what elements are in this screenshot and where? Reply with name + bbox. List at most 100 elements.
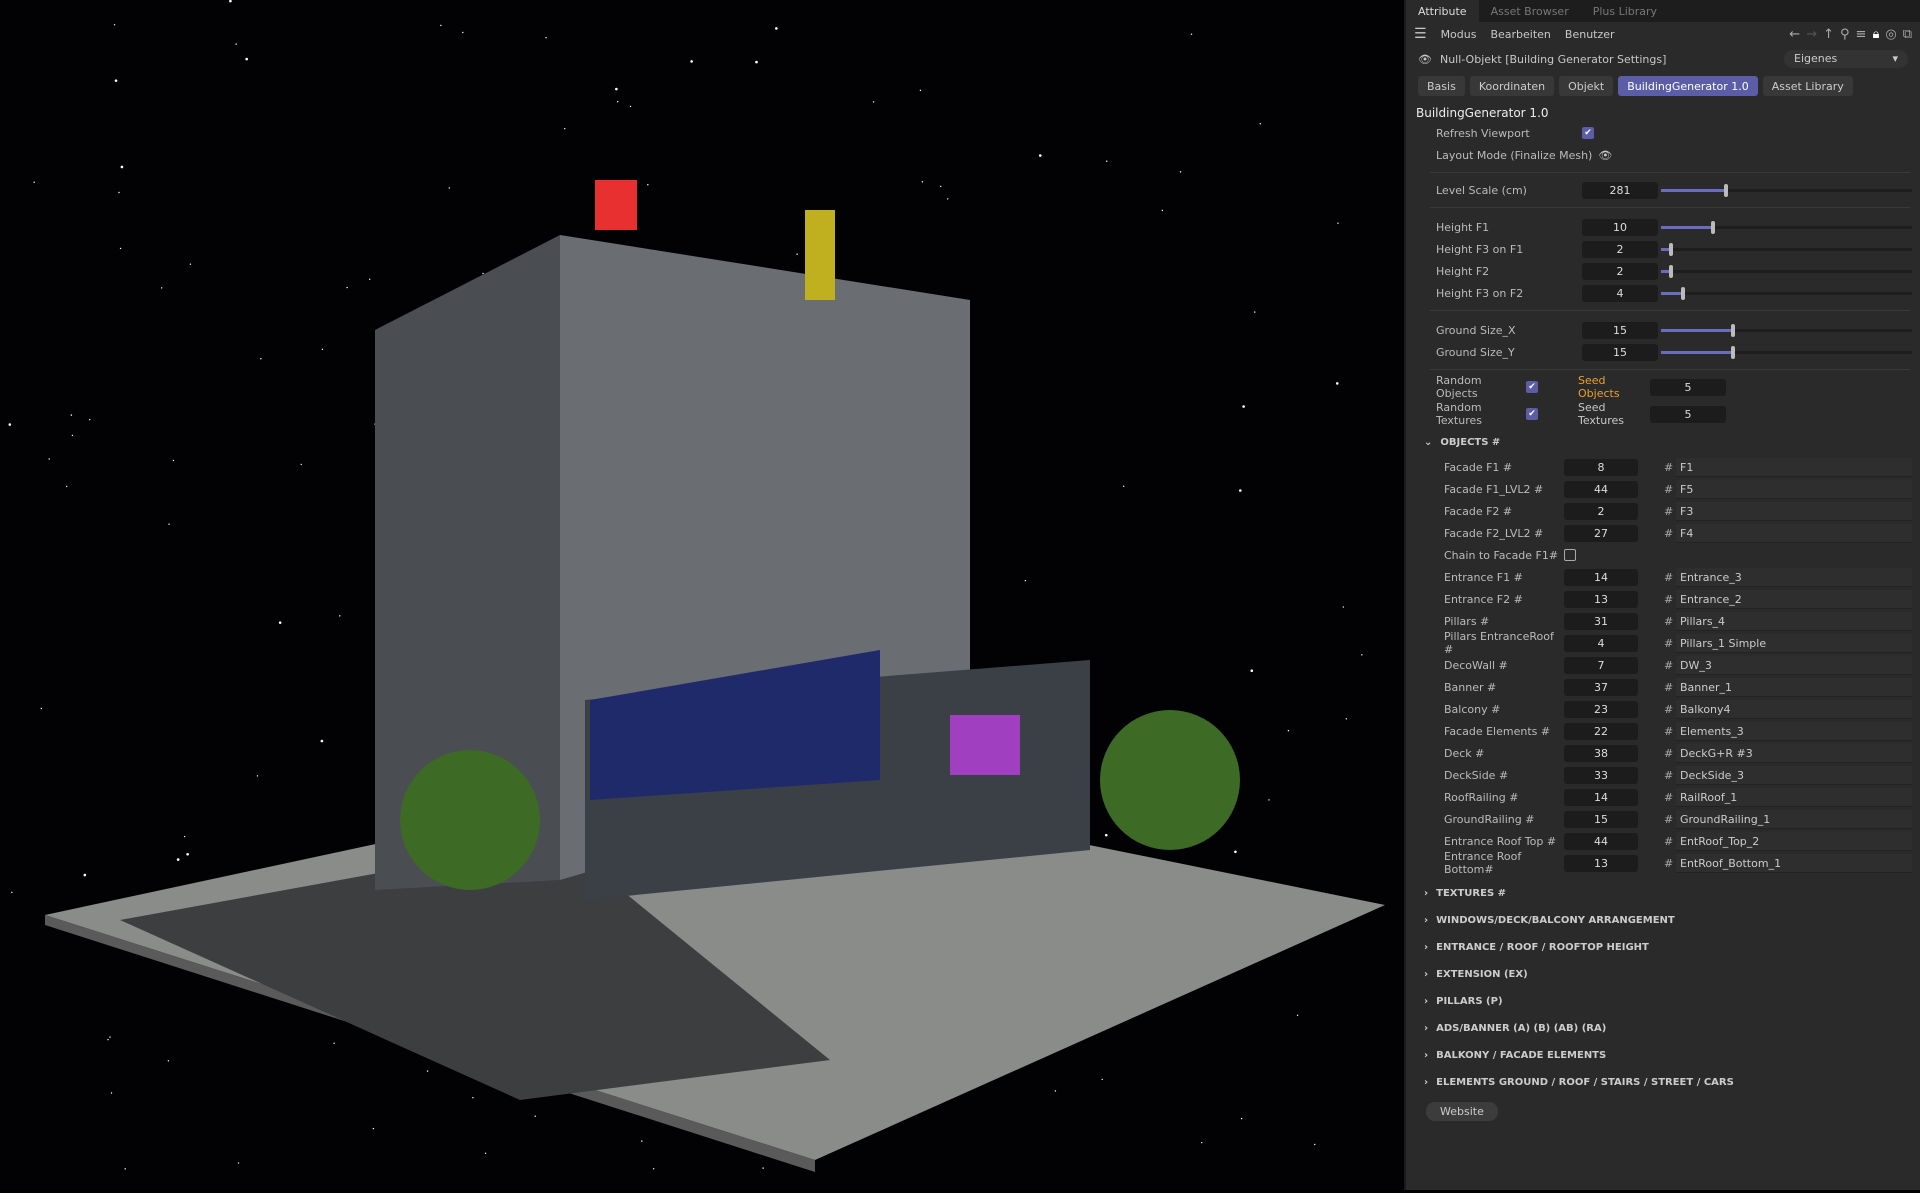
object-name-field[interactable]: Pillars_1 Simple xyxy=(1676,633,1912,653)
objects-section-toggle[interactable]: ⌄ OBJECTS # xyxy=(1406,429,1920,456)
object-count-field[interactable]: 23 xyxy=(1564,700,1638,718)
object-name-field[interactable]: F1 xyxy=(1676,457,1912,477)
slider-track[interactable] xyxy=(1661,221,1912,234)
tab-plus-library[interactable]: Plus Library xyxy=(1581,0,1669,22)
object-count-field[interactable]: 13 xyxy=(1564,854,1638,872)
object-name-field[interactable]: F3 xyxy=(1676,501,1912,521)
object-count-field[interactable]: 38 xyxy=(1564,744,1638,762)
forward-arrow-icon[interactable]: → xyxy=(1806,27,1817,42)
section-label: EXTENSION (EX) xyxy=(1436,969,1528,980)
object-count-field[interactable]: 14 xyxy=(1564,568,1638,586)
slider-track[interactable] xyxy=(1661,265,1912,278)
tab-buildinggenerator[interactable]: BuildingGenerator 1.0 xyxy=(1618,76,1758,96)
object-name-field[interactable]: F5 xyxy=(1676,479,1912,499)
eye-icon[interactable]: 👁︎ xyxy=(1598,149,1612,162)
menu-benutzer[interactable]: Benutzer xyxy=(1565,28,1615,41)
tab-asset-browser[interactable]: Asset Browser xyxy=(1479,0,1581,22)
object-name-field[interactable]: Entrance_2 xyxy=(1676,589,1912,609)
search-icon[interactable]: ⚲ xyxy=(1840,27,1850,42)
object-name-field[interactable]: GroundRailing_1 xyxy=(1676,809,1912,829)
3d-viewport[interactable] xyxy=(0,0,1404,1190)
object-count-field[interactable]: 15 xyxy=(1564,810,1638,828)
slider-value-field[interactable]: 281 xyxy=(1582,181,1658,199)
slider-knob[interactable] xyxy=(1731,324,1736,337)
slider-knob[interactable] xyxy=(1681,287,1686,300)
slider-value-field[interactable]: 4 xyxy=(1582,284,1658,302)
slider-value-field[interactable]: 2 xyxy=(1582,262,1658,280)
random-textures-checkbox[interactable]: ✔ xyxy=(1526,408,1538,420)
slider-track[interactable] xyxy=(1661,324,1912,337)
hamburger-icon[interactable]: ☰ xyxy=(1414,26,1427,42)
mode-dropdown[interactable]: Eigenes ▾ xyxy=(1784,50,1908,68)
collapsed-section[interactable]: › EXTENSION (EX) xyxy=(1406,961,1920,988)
object-name-field[interactable]: EntRoof_Top_2 xyxy=(1676,831,1912,851)
object-count-field[interactable]: 4 xyxy=(1564,634,1638,652)
collapsed-section[interactable]: › TEXTURES # xyxy=(1406,880,1920,907)
lock-icon[interactable]: 🔒︎ xyxy=(1872,27,1879,42)
slider-value-field[interactable]: 15 xyxy=(1582,321,1658,339)
collapsed-section[interactable]: › ENTRANCE / ROOF / ROOFTOP HEIGHT xyxy=(1406,934,1920,961)
back-arrow-icon[interactable]: ← xyxy=(1789,27,1800,42)
object-name-field[interactable]: Pillars_4 xyxy=(1676,611,1912,631)
target-icon[interactable]: ◎ xyxy=(1885,27,1896,42)
refresh-viewport-checkbox[interactable]: ✔ xyxy=(1582,127,1594,139)
slider-track[interactable] xyxy=(1661,287,1912,300)
tab-asset-library[interactable]: Asset Library xyxy=(1762,76,1853,96)
object-count-field[interactable]: 14 xyxy=(1564,788,1638,806)
slider-value-field[interactable]: 15 xyxy=(1582,343,1658,361)
slider-track[interactable] xyxy=(1661,184,1912,197)
object-name-field[interactable]: Balkony4 xyxy=(1676,699,1912,719)
object-name-field[interactable]: EntRoof_Bottom_1 xyxy=(1676,853,1912,873)
object-count-field[interactable]: 13 xyxy=(1564,590,1638,608)
tab-koordinaten[interactable]: Koordinaten xyxy=(1469,76,1555,96)
tab-basis[interactable]: Basis xyxy=(1418,76,1465,96)
slider-knob[interactable] xyxy=(1731,346,1736,359)
hash-icon: # xyxy=(1664,702,1674,716)
object-count-field[interactable]: 44 xyxy=(1564,480,1638,498)
object-name-field[interactable]: Elements_3 xyxy=(1676,721,1912,741)
object-name-field[interactable]: F4 xyxy=(1676,523,1912,543)
website-button[interactable]: Website xyxy=(1426,1102,1498,1121)
object-count-field[interactable]: 31 xyxy=(1564,612,1638,630)
object-count-field[interactable]: 33 xyxy=(1564,766,1638,784)
object-count-field[interactable]: 44 xyxy=(1564,832,1638,850)
slider-knob[interactable] xyxy=(1723,184,1728,197)
slider-value-field[interactable]: 10 xyxy=(1582,218,1658,236)
collapsed-section[interactable]: › WINDOWS/DECK/BALCONY ARRANGEMENT xyxy=(1406,907,1920,934)
object-name-field[interactable]: DeckSide_3 xyxy=(1676,765,1912,785)
slider-track[interactable] xyxy=(1661,346,1912,359)
collapsed-section[interactable]: › ADS/BANNER (A) (B) (AB) (RA) xyxy=(1406,1015,1920,1042)
object-count-field[interactable]: 37 xyxy=(1564,678,1638,696)
refresh-viewport-label: Refresh Viewport xyxy=(1436,126,1530,140)
up-arrow-icon[interactable]: ↑ xyxy=(1823,27,1834,42)
star xyxy=(107,1038,109,1041)
collapsed-section[interactable]: › PILLARS (P) xyxy=(1406,988,1920,1015)
object-name-field[interactable]: DW_3 xyxy=(1676,655,1912,675)
chain-checkbox[interactable] xyxy=(1564,549,1576,561)
tab-objekt[interactable]: Objekt xyxy=(1559,76,1614,96)
seed-textures-field[interactable]: 5 xyxy=(1650,405,1726,423)
new-window-icon[interactable]: ⧉ xyxy=(1903,27,1912,42)
collapsed-section[interactable]: › ELEMENTS GROUND / ROOF / STAIRS / STREE… xyxy=(1406,1069,1920,1096)
tab-attribute[interactable]: Attribute xyxy=(1406,0,1479,22)
menu-bearbeiten[interactable]: Bearbeiten xyxy=(1490,28,1550,41)
object-name-field[interactable]: Entrance_3 xyxy=(1676,567,1912,587)
object-name-field[interactable]: DeckG+R #3 xyxy=(1676,743,1912,763)
object-count-field[interactable]: 8 xyxy=(1564,458,1638,476)
object-count-field[interactable]: 7 xyxy=(1564,656,1638,674)
slider-knob[interactable] xyxy=(1668,265,1673,278)
object-name-field[interactable]: Banner_1 xyxy=(1676,677,1912,697)
slider-value-field[interactable]: 2 xyxy=(1582,240,1658,258)
slider-knob[interactable] xyxy=(1711,221,1716,234)
menu-modus[interactable]: Modus xyxy=(1441,28,1477,41)
slider-knob[interactable] xyxy=(1668,243,1673,256)
seed-objects-field[interactable]: 5 xyxy=(1650,378,1726,396)
object-count-field[interactable]: 2 xyxy=(1564,502,1638,520)
object-count-field[interactable]: 22 xyxy=(1564,722,1638,740)
random-objects-checkbox[interactable]: ✔ xyxy=(1526,381,1538,393)
object-name-field[interactable]: RailRoof_1 xyxy=(1676,787,1912,807)
filter-icon[interactable]: ≡ xyxy=(1856,27,1867,42)
collapsed-section[interactable]: › BALKONY / FACADE ELEMENTS xyxy=(1406,1042,1920,1069)
object-count-field[interactable]: 27 xyxy=(1564,524,1638,542)
slider-track[interactable] xyxy=(1661,243,1912,256)
